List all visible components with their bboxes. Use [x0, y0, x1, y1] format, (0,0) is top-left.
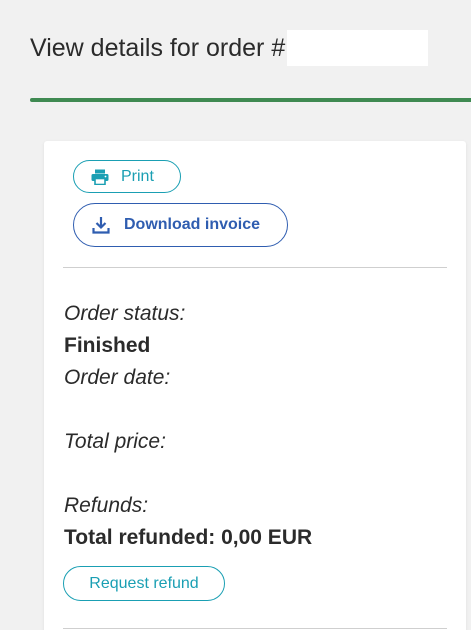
page-header: View details for order # — [30, 30, 429, 66]
page-title: View details for order # — [30, 34, 286, 62]
download-icon — [92, 217, 110, 234]
order-details-list: Order status: Finished Order date: Total… — [64, 298, 444, 554]
total-price-label: Total price: — [64, 430, 166, 453]
download-invoice-label: Download invoice — [124, 216, 261, 233]
order-status-value: Finished — [64, 334, 151, 357]
order-date-label: Order date: — [64, 366, 171, 389]
printer-icon — [91, 169, 109, 185]
section-divider — [63, 267, 447, 268]
print-button[interactable]: Print — [73, 160, 181, 193]
section-divider-bottom — [63, 628, 447, 629]
print-button-label: Print — [121, 167, 154, 185]
request-refund-button[interactable]: Request refund — [63, 566, 225, 601]
total-price-value — [64, 458, 444, 490]
download-invoice-button[interactable]: Download invoice — [73, 203, 288, 247]
header-accent-rule — [30, 98, 471, 102]
refunds-label: Refunds: — [64, 494, 149, 517]
order-details-page: View details for order # Print Download … — [0, 0, 471, 630]
order-date-value — [64, 394, 444, 426]
request-refund-label: Request refund — [89, 574, 199, 592]
order-status-label: Order status: — [64, 302, 186, 325]
order-number-redacted — [287, 30, 429, 66]
order-details-card: Print Download invoice Order status: Fin… — [44, 141, 466, 630]
total-refunded-value: Total refunded: 0,00 EUR — [64, 526, 313, 549]
